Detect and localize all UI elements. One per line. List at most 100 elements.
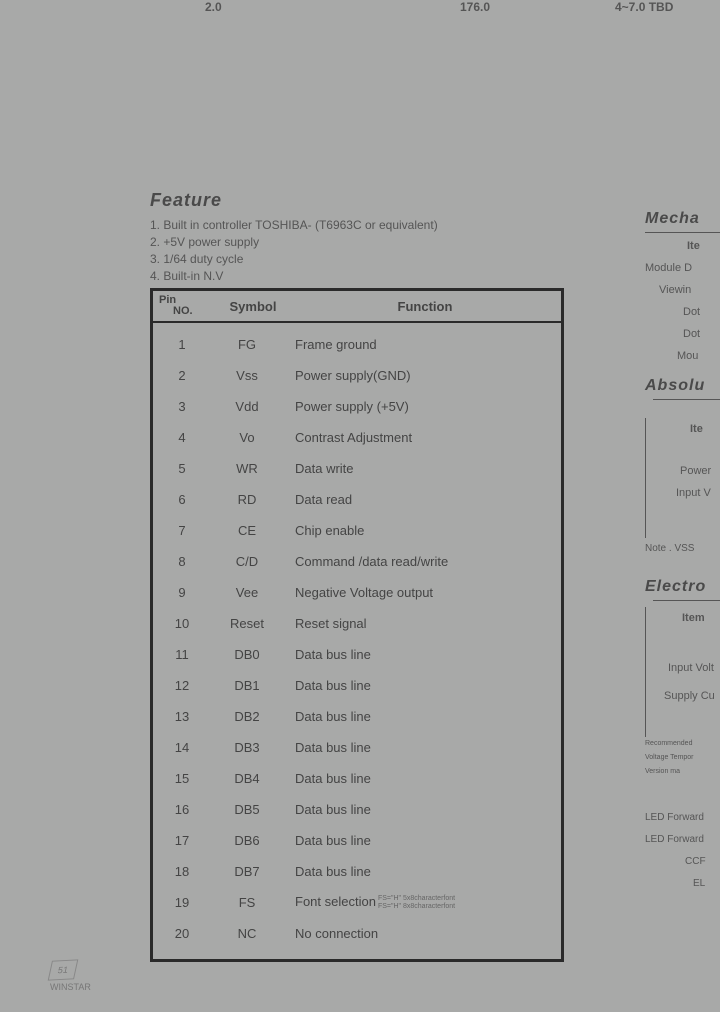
pin-function: Data bus line <box>283 802 561 817</box>
pin-function: Power supply(GND) <box>283 368 561 383</box>
table-row: 5WRData write <box>153 453 561 484</box>
feature-heading: Feature <box>150 190 550 211</box>
table-row: 7CEChip enable <box>153 515 561 546</box>
pin-no: 14 <box>153 740 211 755</box>
table-row: 3VddPower supply (+5V) <box>153 391 561 422</box>
pin-symbol: WR <box>211 461 283 476</box>
pin-function: Data write <box>283 461 561 476</box>
table-row: 12DB1Data bus line <box>153 670 561 701</box>
abs-item: Power <box>652 460 720 482</box>
header-function: Function <box>289 299 561 314</box>
pin-function: Data bus line <box>283 740 561 755</box>
elec-item2: CCF <box>645 851 720 873</box>
pin-no: 15 <box>153 771 211 786</box>
pin-no: 19 <box>153 895 211 910</box>
table-row: 10ResetReset signal <box>153 608 561 639</box>
pin-symbol: DB6 <box>211 833 283 848</box>
pin-function: Chip enable <box>283 523 561 538</box>
pin-function: Data bus line <box>283 771 561 786</box>
pin-function: Reset signal <box>283 616 561 631</box>
table-row: 14DB3Data bus line <box>153 732 561 763</box>
abs-note: Note . VSS <box>645 538 720 560</box>
table-row: 2VssPower supply(GND) <box>153 360 561 391</box>
pin-table-header: Pin NO. Symbol Function <box>153 291 561 323</box>
pin-function: Negative Voltage output <box>283 585 561 600</box>
pin-function: Data bus line <box>283 709 561 724</box>
absolute-heading: Absolu <box>645 377 720 395</box>
table-row: 6RDData read <box>153 484 561 515</box>
table-row: 18DB7Data bus line <box>153 856 561 887</box>
pin-symbol: FS <box>211 895 283 910</box>
pin-table-body: 1FGFrame ground2VssPower supply(GND)3Vdd… <box>153 323 561 959</box>
pin-symbol: Reset <box>211 616 283 631</box>
pin-symbol: DB4 <box>211 771 283 786</box>
pin-symbol: CE <box>211 523 283 538</box>
mech-item: Dot <box>645 301 720 323</box>
elec-item: Input Volt <box>652 657 720 679</box>
pin-function: Data bus line <box>283 647 561 662</box>
pin-symbol: Vo <box>211 430 283 445</box>
header-pin-no: Pin NO. <box>153 295 217 317</box>
pin-no: 9 <box>153 585 211 600</box>
pin-no: 7 <box>153 523 211 538</box>
table-row: 9VeeNegative Voltage output <box>153 577 561 608</box>
pin-function: Data read <box>283 492 561 507</box>
feature-line: 1. Built in controller TOSHIBA- (T6963C … <box>150 217 550 234</box>
feature-list: 1. Built in controller TOSHIBA- (T6963C … <box>150 217 550 285</box>
pin-no: 5 <box>153 461 211 476</box>
right-clipped-column: Mecha Ite Module D Viewin Dot Dot Mou Ab… <box>645 200 720 1012</box>
frag-c: 4~7.0 TBD <box>615 0 673 14</box>
elec-item: Supply Cu <box>652 685 720 707</box>
pin-function: Font selectionFS="H" 5x8characterfontFS=… <box>283 894 561 911</box>
header-symbol: Symbol <box>217 299 289 314</box>
table-row: 16DB5Data bus line <box>153 794 561 825</box>
frag-a: 2.0 <box>205 0 222 14</box>
pin-no: 16 <box>153 802 211 817</box>
frag-b: 176.0 <box>460 0 490 14</box>
table-row: 8C/DCommand /data read/write <box>153 546 561 577</box>
pin-no: 17 <box>153 833 211 848</box>
pin-symbol: C/D <box>211 554 283 569</box>
pin-symbol: DB2 <box>211 709 283 724</box>
mech-item: Dot <box>645 323 720 345</box>
elec-small: Voltage Tempor <box>645 751 720 765</box>
pin-symbol: RD <box>211 492 283 507</box>
elec-item2: EL <box>645 873 720 895</box>
watermark: 51 WINSTAR <box>50 960 91 992</box>
table-row: 19FSFont selectionFS="H" 5x8characterfon… <box>153 887 561 918</box>
mech-item: Ite <box>645 235 720 257</box>
watermark-badge: 51 <box>48 959 79 980</box>
mech-item: Viewin <box>645 279 720 301</box>
feature-line: 2. +5V power supply <box>150 234 550 251</box>
pin-function: Data bus line <box>283 864 561 879</box>
table-row: 11DB0Data bus line <box>153 639 561 670</box>
pin-symbol: DB0 <box>211 647 283 662</box>
feature-line: 3. 1/64 duty cycle <box>150 251 550 268</box>
pin-symbol: Vss <box>211 368 283 383</box>
pin-function: Data bus line <box>283 833 561 848</box>
pin-function: Command /data read/write <box>283 554 561 569</box>
pin-no: 8 <box>153 554 211 569</box>
pin-function: Power supply (+5V) <box>283 399 561 414</box>
pin-symbol: FG <box>211 337 283 352</box>
pin-no: 2 <box>153 368 211 383</box>
feature-section: Feature 1. Built in controller TOSHIBA- … <box>150 190 550 285</box>
pin-no: 10 <box>153 616 211 631</box>
elec-item2: LED Forward <box>645 807 720 829</box>
pin-symbol: DB3 <box>211 740 283 755</box>
pin-symbol: DB7 <box>211 864 283 879</box>
pin-no: 3 <box>153 399 211 414</box>
abs-item: Input V <box>652 482 720 504</box>
table-row: 1FGFrame ground <box>153 329 561 360</box>
pin-no: 12 <box>153 678 211 693</box>
pin-no: 18 <box>153 864 211 879</box>
mech-item: Module D <box>645 257 720 279</box>
pin-no: 11 <box>153 647 211 662</box>
abs-item: Ite <box>652 418 720 440</box>
mech-item: Mou <box>645 345 720 367</box>
pin-function: Data bus line <box>283 678 561 693</box>
mechanical-heading: Mecha <box>645 210 720 228</box>
elec-item2: LED Forward <box>645 829 720 851</box>
pin-table: Pin NO. Symbol Function 1FGFrame ground2… <box>150 288 564 962</box>
pin-function: No connection <box>283 926 561 941</box>
